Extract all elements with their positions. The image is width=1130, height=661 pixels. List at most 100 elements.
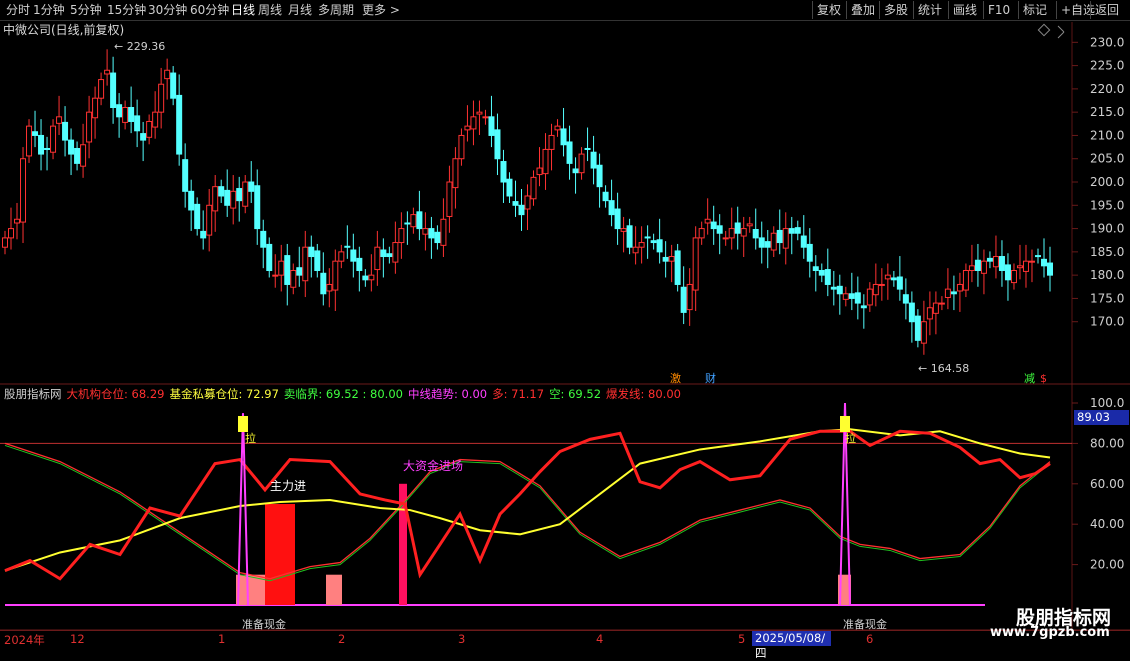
candle-body-53	[320, 272, 327, 295]
x-label-7: 6	[866, 632, 874, 646]
candle-body-46	[278, 260, 285, 276]
candle-body-6	[38, 134, 45, 155]
sub-ylabel-4: 20.00	[1090, 558, 1124, 572]
candle-body-161	[968, 265, 975, 271]
chevron-right-icon	[1057, 25, 1065, 33]
candle-body-174	[1047, 262, 1053, 276]
candle-body-171	[1028, 260, 1035, 263]
sub-ylabel-3: 40.00	[1090, 517, 1124, 531]
candle-body-140	[842, 293, 849, 300]
candle-body-135	[812, 266, 819, 271]
candle-body-138	[830, 286, 837, 290]
x-label-6: 5	[738, 632, 746, 646]
chevron-right-icon-2	[1057, 31, 1065, 39]
candle-body-157	[944, 288, 951, 299]
candle-body-104	[626, 225, 633, 248]
main-ylabel-7: 195.0	[1090, 198, 1124, 212]
candle-body-50	[302, 246, 309, 282]
diamond-icon	[1037, 23, 1051, 37]
green-short-line	[4, 444, 1051, 582]
candle-body-131	[788, 228, 795, 234]
candle-body-101	[608, 200, 615, 216]
candle-body-21	[128, 107, 135, 122]
candle-body-118	[710, 221, 717, 230]
candle-body-56	[338, 251, 345, 262]
candle-body-94	[566, 141, 573, 164]
candle-body-110	[662, 256, 669, 262]
candle-body-64	[386, 253, 393, 258]
candle-body-66	[398, 228, 405, 244]
candle-body-163	[980, 260, 987, 274]
date-axis	[0, 630, 1130, 651]
candle-body-139	[836, 285, 843, 295]
candle-body-33	[200, 230, 207, 239]
candle-body-108	[650, 240, 657, 244]
candle-body-57	[344, 245, 351, 248]
candle-body-72	[434, 231, 441, 244]
candle-body-14	[86, 111, 93, 143]
candle-body-134	[806, 243, 813, 262]
candle-body-63	[380, 249, 387, 258]
candle-body-86	[518, 204, 525, 216]
candle-body-99	[596, 164, 603, 188]
candle-body-96	[578, 153, 585, 174]
candle-body-119	[716, 225, 723, 234]
candle-body-133	[800, 235, 807, 248]
candle-body-92	[554, 125, 561, 131]
candle-body-76	[458, 134, 465, 160]
candle-body-144	[866, 288, 873, 306]
candle-body-168	[1010, 269, 1017, 284]
candle-body-13	[80, 144, 87, 167]
candle-body-145	[872, 283, 879, 296]
candle-body-18	[110, 72, 117, 109]
candle-body-90	[542, 148, 549, 175]
candle-body-40	[242, 181, 249, 207]
candle-body-5	[32, 131, 39, 136]
candle-body-29	[176, 94, 183, 155]
candle-body-151	[908, 302, 915, 323]
main-ylabel-11: 175.0	[1090, 291, 1124, 305]
candle-body-173	[1040, 258, 1047, 267]
sub-ylabel-0: 100.0	[1090, 396, 1124, 410]
candle-body-121	[728, 228, 735, 239]
legend-item-7: 爆发线: 80.00	[606, 387, 681, 401]
legend-item-4: 中线趋势: 0.00	[407, 387, 488, 401]
candle-body-9	[56, 116, 63, 124]
candle-body-147	[884, 274, 891, 280]
candle-body-149	[896, 276, 903, 290]
la-flag-1	[238, 416, 248, 432]
candle-body-172	[1034, 255, 1041, 258]
candle-body-85	[512, 201, 519, 206]
tag-cai: 财	[705, 371, 716, 385]
candle-body-130	[782, 228, 789, 249]
candle-body-152	[914, 315, 921, 341]
candle-body-55	[332, 260, 339, 291]
candle-body-169	[1016, 265, 1023, 269]
candle-body-26	[158, 83, 165, 113]
sub-ylabel-2: 60.00	[1090, 477, 1124, 491]
main-ylabel-10: 180.0	[1090, 268, 1124, 282]
candle-body-160	[962, 269, 969, 291]
main-ylabel-8: 190.0	[1090, 222, 1124, 236]
candle-body-31	[188, 190, 195, 211]
candle-body-70	[422, 228, 429, 235]
candle-body-8	[50, 125, 57, 153]
candle-body-54	[326, 283, 333, 292]
current-value-badge: 89.03	[1074, 410, 1129, 425]
high-label: ← 229.36	[114, 40, 165, 53]
candle-body-71	[428, 228, 435, 239]
candle-body-24	[146, 120, 153, 138]
main-ylabel-0: 230.0	[1090, 35, 1124, 49]
candle-body-37	[224, 189, 231, 206]
candle-body-136	[818, 269, 825, 276]
candle-body-88	[530, 176, 537, 200]
candle-body-153	[920, 321, 927, 344]
candle-body-132	[794, 227, 801, 234]
candle-body-155	[932, 302, 939, 314]
candle-body-49	[296, 267, 303, 276]
candle-body-47	[284, 255, 291, 285]
low-label: ← 164.58	[918, 362, 969, 375]
candle-body-158	[950, 291, 957, 295]
candle-body-89	[536, 167, 543, 176]
candle-body-80	[482, 116, 489, 119]
